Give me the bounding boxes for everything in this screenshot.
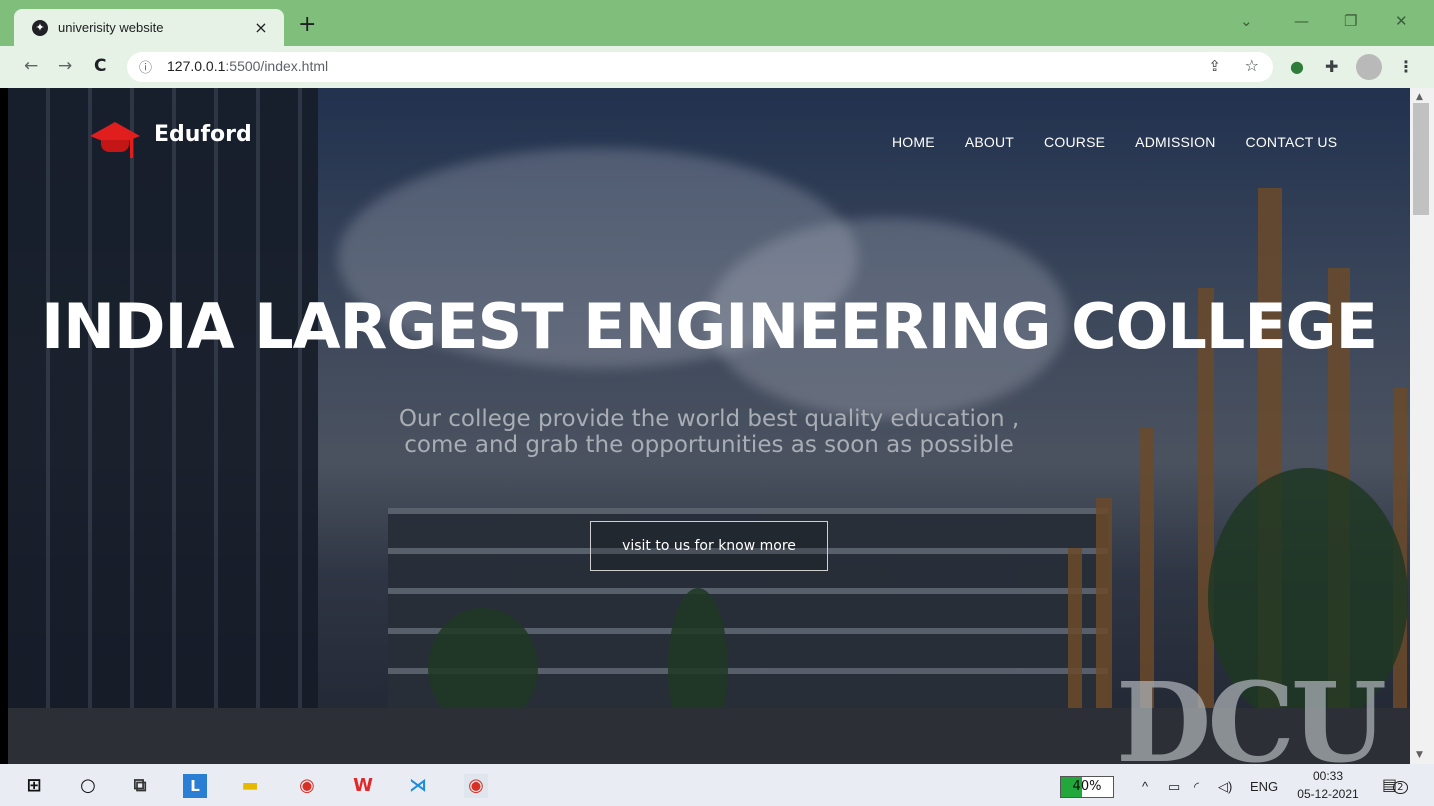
url-text[interactable]: 127.0.0.1:5500/index.html xyxy=(167,58,328,74)
browser-tab[interactable]: ✦ univerisity website × xyxy=(14,9,284,46)
new-tab-button[interactable]: + xyxy=(298,14,316,36)
close-window-button[interactable]: ✕ xyxy=(1395,12,1408,30)
visit-button[interactable]: visit to us for know more xyxy=(590,521,828,571)
nav-course[interactable]: COURSE xyxy=(1044,134,1105,150)
dcu-sign: DCU xyxy=(1116,658,1387,764)
menu-icon[interactable]: ⋮ xyxy=(1398,57,1414,76)
battery-indicator[interactable]: 40% xyxy=(1060,776,1114,798)
clock[interactable]: 00:33 05-12-2021 xyxy=(1290,767,1366,803)
language-indicator[interactable]: ENG xyxy=(1250,779,1278,794)
puzzle-icon[interactable]: ✚ xyxy=(1325,57,1338,76)
globe-icon: ✦ xyxy=(32,19,48,36)
extension-icon[interactable]: ● xyxy=(1290,57,1304,76)
back-icon[interactable]: ← xyxy=(24,56,38,76)
scroll-down-icon[interactable]: ▼ xyxy=(1416,750,1423,760)
site-logo[interactable]: Eduford xyxy=(90,114,252,158)
chrome-profile-icon[interactable]: ◉ xyxy=(464,774,488,798)
main-nav: HOME ABOUT COURSE ADMISSION CONTACT US xyxy=(892,134,1337,150)
address-bar[interactable]: ⓘ 127.0.0.1:5500/index.html ⇪ ☆ xyxy=(127,52,1273,82)
clock-date: 05-12-2021 xyxy=(1297,787,1359,801)
wifi-icon[interactable]: ◜ xyxy=(1194,779,1199,795)
hero-subtitle-line-2: come and grab the opportunities as soon … xyxy=(404,432,1014,458)
tab-search-icon[interactable]: ⌄ xyxy=(1240,12,1253,30)
vscode-icon[interactable]: ⋊ xyxy=(406,774,430,798)
minimize-button[interactable]: — xyxy=(1294,12,1309,30)
nav-admission[interactable]: ADMISSION xyxy=(1135,134,1215,150)
nav-home[interactable]: HOME xyxy=(892,134,935,150)
volume-icon[interactable]: ◁) xyxy=(1218,779,1232,795)
url-host: 127.0.0.1 xyxy=(167,58,226,74)
file-explorer-icon[interactable]: ▬ xyxy=(238,774,262,798)
task-view-icon[interactable]: ⧉ xyxy=(128,774,152,798)
chevron-up-icon[interactable]: ^ xyxy=(1142,779,1148,794)
forward-icon[interactable]: → xyxy=(58,56,72,76)
tab-title: univerisity website xyxy=(58,20,164,35)
clock-time: 00:33 xyxy=(1312,769,1344,783)
nav-contact-us[interactable]: CONTACT US xyxy=(1246,134,1338,150)
hero-subtitle: Our college provide the world best quali… xyxy=(8,406,1410,458)
tab-close-icon[interactable]: × xyxy=(252,18,270,37)
url-path: :5500/index.html xyxy=(225,58,329,74)
nav-about[interactable]: ABOUT xyxy=(965,134,1014,150)
hero-section: DCU Eduford HOME ABOUT COURSE ADMISSION … xyxy=(8,88,1410,764)
battery-percent: 40% xyxy=(1072,779,1102,794)
battery-icon[interactable]: ▭ xyxy=(1168,779,1180,795)
hero-title: INDIA LARGEST ENGINEERING COLLEGE xyxy=(41,290,1378,363)
share-icon[interactable]: ⇪ xyxy=(1208,57,1221,75)
l-app-icon[interactable]: L xyxy=(183,774,207,798)
restore-button[interactable]: ❐ xyxy=(1344,12,1357,30)
notification-count: 2 xyxy=(1393,781,1408,794)
brand-name: Eduford xyxy=(154,121,252,147)
notification-icon[interactable]: ▤2 xyxy=(1382,775,1408,794)
graduation-cap-icon xyxy=(90,114,140,158)
reload-icon[interactable]: C xyxy=(94,56,106,76)
hero-subtitle-line-1: Our college provide the world best quali… xyxy=(398,406,1020,432)
scroll-thumb[interactable] xyxy=(1413,103,1429,215)
search-icon[interactable]: ○ xyxy=(76,774,100,798)
wps-icon[interactable]: W xyxy=(351,774,375,798)
profile-avatar[interactable] xyxy=(1356,54,1382,80)
windows-start-icon[interactable]: ⊞ xyxy=(22,774,46,798)
chrome-icon[interactable]: ◉ xyxy=(295,774,319,798)
site-info-icon[interactable]: ⓘ xyxy=(139,57,152,76)
scroll-up-icon[interactable]: ▲ xyxy=(1416,92,1423,102)
bookmark-star-icon[interactable]: ☆ xyxy=(1245,56,1259,75)
